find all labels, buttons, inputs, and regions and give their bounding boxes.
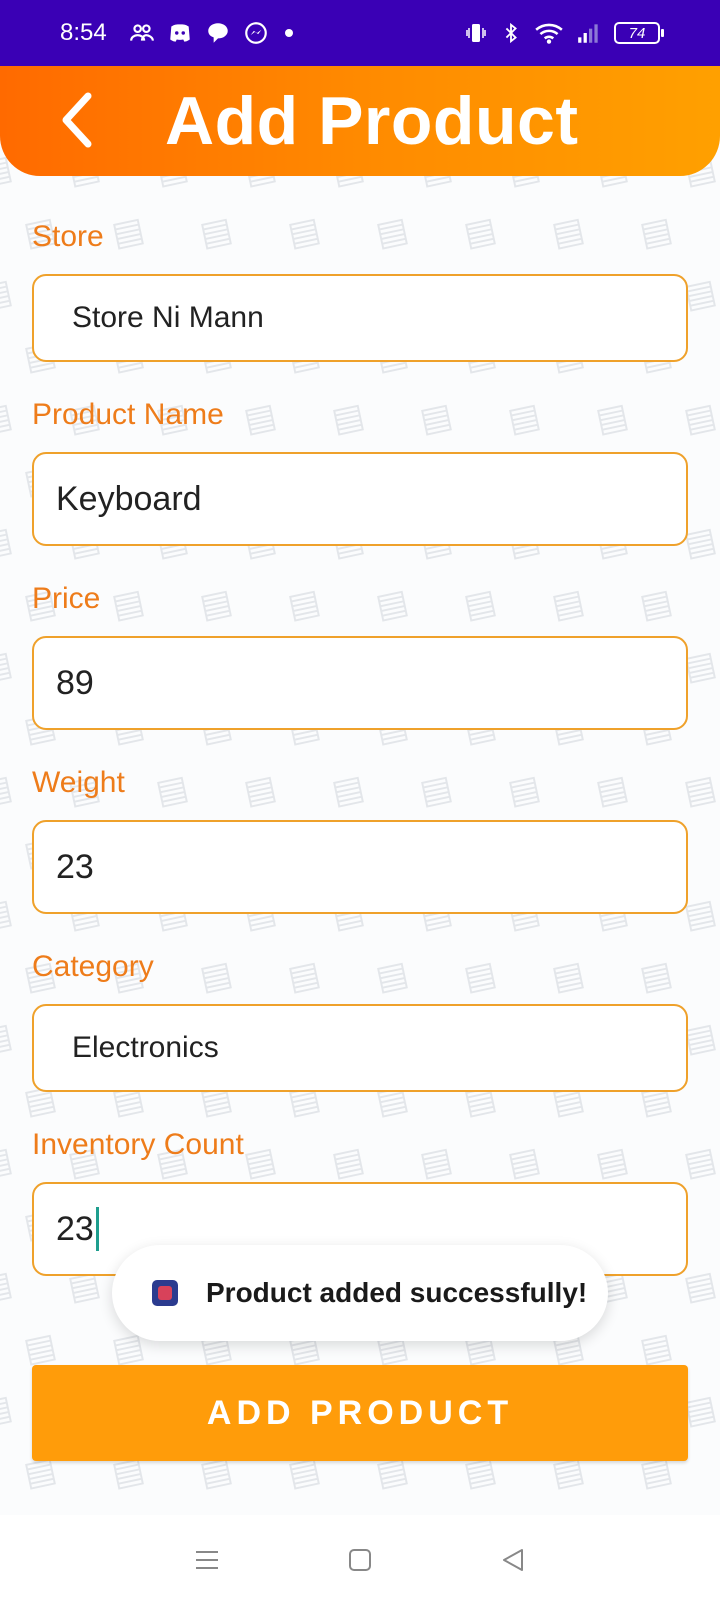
page-title: Add Product (165, 83, 579, 159)
inventory-count-value: 23 (56, 1209, 94, 1248)
add-product-form: Store Store Ni Mann Product Name Keyboar… (0, 0, 720, 1604)
category-dropdown[interactable]: Electronics (32, 1004, 688, 1092)
store-label: Store (32, 220, 104, 253)
navigation-bar (0, 1515, 720, 1604)
category-label: Category (32, 950, 154, 983)
product-name-input[interactable]: Keyboard (32, 452, 688, 546)
app-icon (152, 1280, 178, 1306)
weight-value: 23 (56, 847, 94, 886)
back-triangle-icon[interactable] (498, 1545, 528, 1575)
category-value: Electronics (72, 1031, 219, 1064)
back-button[interactable] (58, 90, 102, 150)
app-bar: Add Product (0, 66, 720, 176)
toast-message: Product added successfully! (206, 1277, 588, 1308)
weight-label: Weight (32, 766, 125, 799)
inventory-count-label: Inventory Count (32, 1128, 244, 1161)
price-value: 89 (56, 663, 94, 702)
text-cursor (95, 1207, 99, 1251)
product-name-label: Product Name (32, 398, 224, 431)
success-toast: Product added successfully! (112, 1245, 608, 1341)
store-value: Store Ni Mann (72, 301, 264, 334)
price-input[interactable]: 89 (32, 636, 688, 730)
chevron-left-icon (62, 92, 92, 148)
price-label: Price (32, 582, 101, 615)
weight-input[interactable]: 23 (32, 820, 688, 914)
menu-icon[interactable] (192, 1545, 222, 1575)
add-product-button[interactable]: ADD PRODUCT (32, 1365, 688, 1461)
store-dropdown[interactable]: Store Ni Mann (32, 274, 688, 362)
product-name-value: Keyboard (56, 479, 202, 518)
home-square-icon[interactable] (345, 1545, 375, 1575)
